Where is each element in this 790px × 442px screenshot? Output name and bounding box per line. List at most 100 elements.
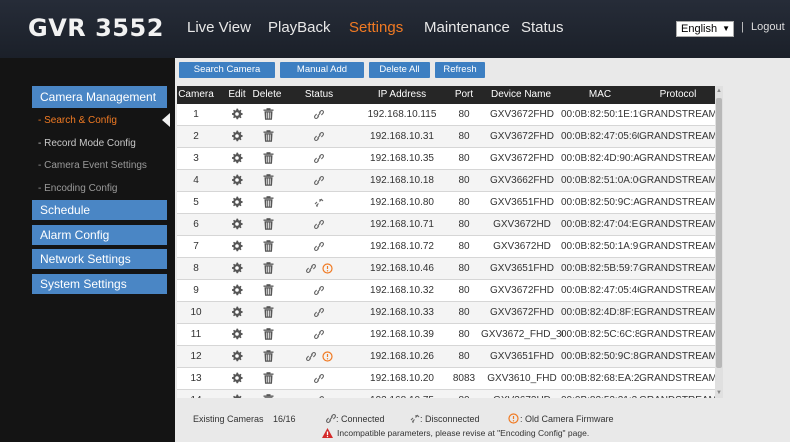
gear-icon[interactable] [223,104,251,126]
manual-add-button[interactable]: Manual Add [280,62,364,78]
gear-icon[interactable] [223,192,251,214]
table-row[interactable]: 9 192.168.10.32 80 GXV3672FHD 00:0B:82:47:05… [177,280,717,302]
table-row[interactable]: 2 192.168.10.31 80 GXV3672FHD 00:0B:82:47:05… [177,126,717,148]
scroll-down-icon[interactable]: ▼ [716,390,722,396]
trash-icon[interactable] [253,390,283,398]
nav-live-view[interactable]: Live View [187,19,251,36]
gear-icon[interactable] [223,302,251,324]
trash-icon[interactable] [253,148,283,170]
link-icon [289,280,349,302]
trash-icon[interactable] [253,214,283,236]
trash-icon[interactable] [253,368,283,390]
language-value: English [681,23,718,35]
gear-icon[interactable] [223,280,251,302]
cell-protocol: GRANDSTREAM [639,197,717,208]
gear-icon[interactable] [223,214,251,236]
link-icon [289,214,349,236]
cell-ip: 192.168.10.33 [370,307,434,318]
trash-icon[interactable] [253,126,283,148]
scroll-thumb[interactable] [716,98,722,368]
cell-port: 80 [458,285,470,296]
nav-playback[interactable]: PlayBack [268,19,331,36]
gear-icon[interactable] [223,368,251,390]
sidebar-item-record-mode[interactable]: - Record Mode Config [38,138,136,149]
cell-mac: 00:0B:82:4D:8F:E2 [561,307,639,318]
trash-icon[interactable] [253,258,283,280]
trash-icon[interactable] [253,104,283,126]
table-row[interactable]: 5 192.168.10.80 80 GXV3651FHD 00:0B:82:50:9C… [177,192,717,214]
cell-ip: 192.168.10.39 [370,329,434,340]
gear-icon[interactable] [223,236,251,258]
table-row[interactable]: 4 192.168.10.18 80 GXV3662FHD 00:0B:82:51:0A… [177,170,717,192]
cell-port: 80 [458,219,470,230]
scroll-up-icon[interactable]: ▲ [716,88,722,94]
language-select[interactable]: English ▼ [676,21,734,37]
cell-protocol: GRANDSTREAM [639,175,717,186]
trash-icon[interactable] [253,170,283,192]
sidebar-item-encoding-config[interactable]: - Encoding Config [38,183,118,194]
nav-settings[interactable]: Settings [349,19,403,36]
sidebar-item-camera-event[interactable]: - Camera Event Settings [38,160,147,171]
cell-mac: 00:0B:82:68:EA:2F [561,373,639,384]
link-icon [289,126,349,148]
legend-disconnected: : Disconnected [420,414,480,424]
trash-icon[interactable] [253,346,283,368]
cell-protocol: GRANDSTREAM [639,131,717,142]
table-row[interactable]: 10 192.168.10.33 80 GXV3672FHD 00:0B:82:4D:8… [177,302,717,324]
table-row[interactable]: 11 192.168.10.39 80 GXV3672_FHD_36 00:0B:82:… [177,324,717,346]
delete-all-button[interactable]: Delete All [369,62,430,78]
cell-mac: 00:0B:82:47:05:46 [561,285,639,296]
link-icon [289,258,349,280]
cell-name: GXV3662FHD [490,175,554,186]
gear-icon[interactable] [223,170,251,192]
trash-icon[interactable] [253,280,283,302]
sidebar-network-settings[interactable]: Network Settings [32,249,167,269]
search-camera-button[interactable]: Search Camera [179,62,275,78]
cell-mac: 00:0B:82:50:9C:8A [561,351,639,362]
legend-connected: : Connected [336,414,385,424]
gear-icon[interactable] [223,390,251,398]
top-bar: GVR 3552 Live View PlayBack Settings Mai… [0,0,790,58]
link-icon [289,346,349,368]
trash-icon[interactable] [253,324,283,346]
table-row[interactable]: 3 192.168.10.35 80 GXV3672FHD 00:0B:82:4D:90… [177,148,717,170]
cell-name: GXV3672FHD [490,285,554,296]
link-icon [289,302,349,324]
gear-icon[interactable] [223,324,251,346]
cell-protocol: GRANDSTREAM [639,263,717,274]
sidebar-alarm-config[interactable]: Alarm Config [32,225,167,245]
link-icon [289,148,349,170]
table-scrollbar[interactable]: ▲ ▼ [715,86,723,398]
warning-triangle-icon [321,427,334,441]
trash-icon[interactable] [253,236,283,258]
cell-num: 4 [193,175,199,186]
cell-mac: 00:0B:82:5B:59:78 [561,263,639,274]
table-row[interactable]: 1 192.168.10.115 80 GXV3672FHD 00:0B:82:50:1… [177,104,717,126]
existing-cameras-label: Existing Cameras [193,414,264,424]
nav-maintenance[interactable]: Maintenance [424,19,510,36]
sidebar-item-search-config[interactable]: - Search & Config [38,115,117,126]
trash-icon[interactable] [253,192,283,214]
table-row[interactable]: 14 192.168.10.7580GXV3672HD00:0B:82:52:21… [177,390,717,398]
link-icon [289,236,349,258]
refresh-button[interactable]: Refresh [435,62,485,78]
gear-icon[interactable] [223,126,251,148]
gear-icon[interactable] [223,346,251,368]
cell-num: 1 [193,109,199,120]
table-row[interactable]: 12 192.168.10.26 80 GXV3651FHD 00:0B:82:50:9… [177,346,717,368]
table-row[interactable]: 6 192.168.10.71 80 GXV3672HD 00:0B:82:47:04:… [177,214,717,236]
sidebar-system-settings[interactable]: System Settings [32,274,167,294]
cell-protocol: GRANDSTREAM [639,109,717,120]
cell-protocol: GRANDSTREAM [639,153,717,164]
sidebar-camera-management[interactable]: Camera Management [32,86,167,108]
gear-icon[interactable] [223,258,251,280]
legend-old-firmware: : Old Camera Firmware [520,414,614,424]
trash-icon[interactable] [253,302,283,324]
sidebar-schedule[interactable]: Schedule [32,200,167,220]
table-row[interactable]: 7 192.168.10.72 80 GXV3672HD 00:0B:82:50:1A:… [177,236,717,258]
logout-link[interactable]: Logout [751,21,785,33]
table-row[interactable]: 13 192.168.10.20 8083 GXV3610_FHD 00:0B:82:6… [177,368,717,390]
gear-icon[interactable] [223,148,251,170]
table-row[interactable]: 8 192.168.10.46 80 GXV3651FHD 00:0B:82:5B:59… [177,258,717,280]
nav-status[interactable]: Status [521,19,564,36]
